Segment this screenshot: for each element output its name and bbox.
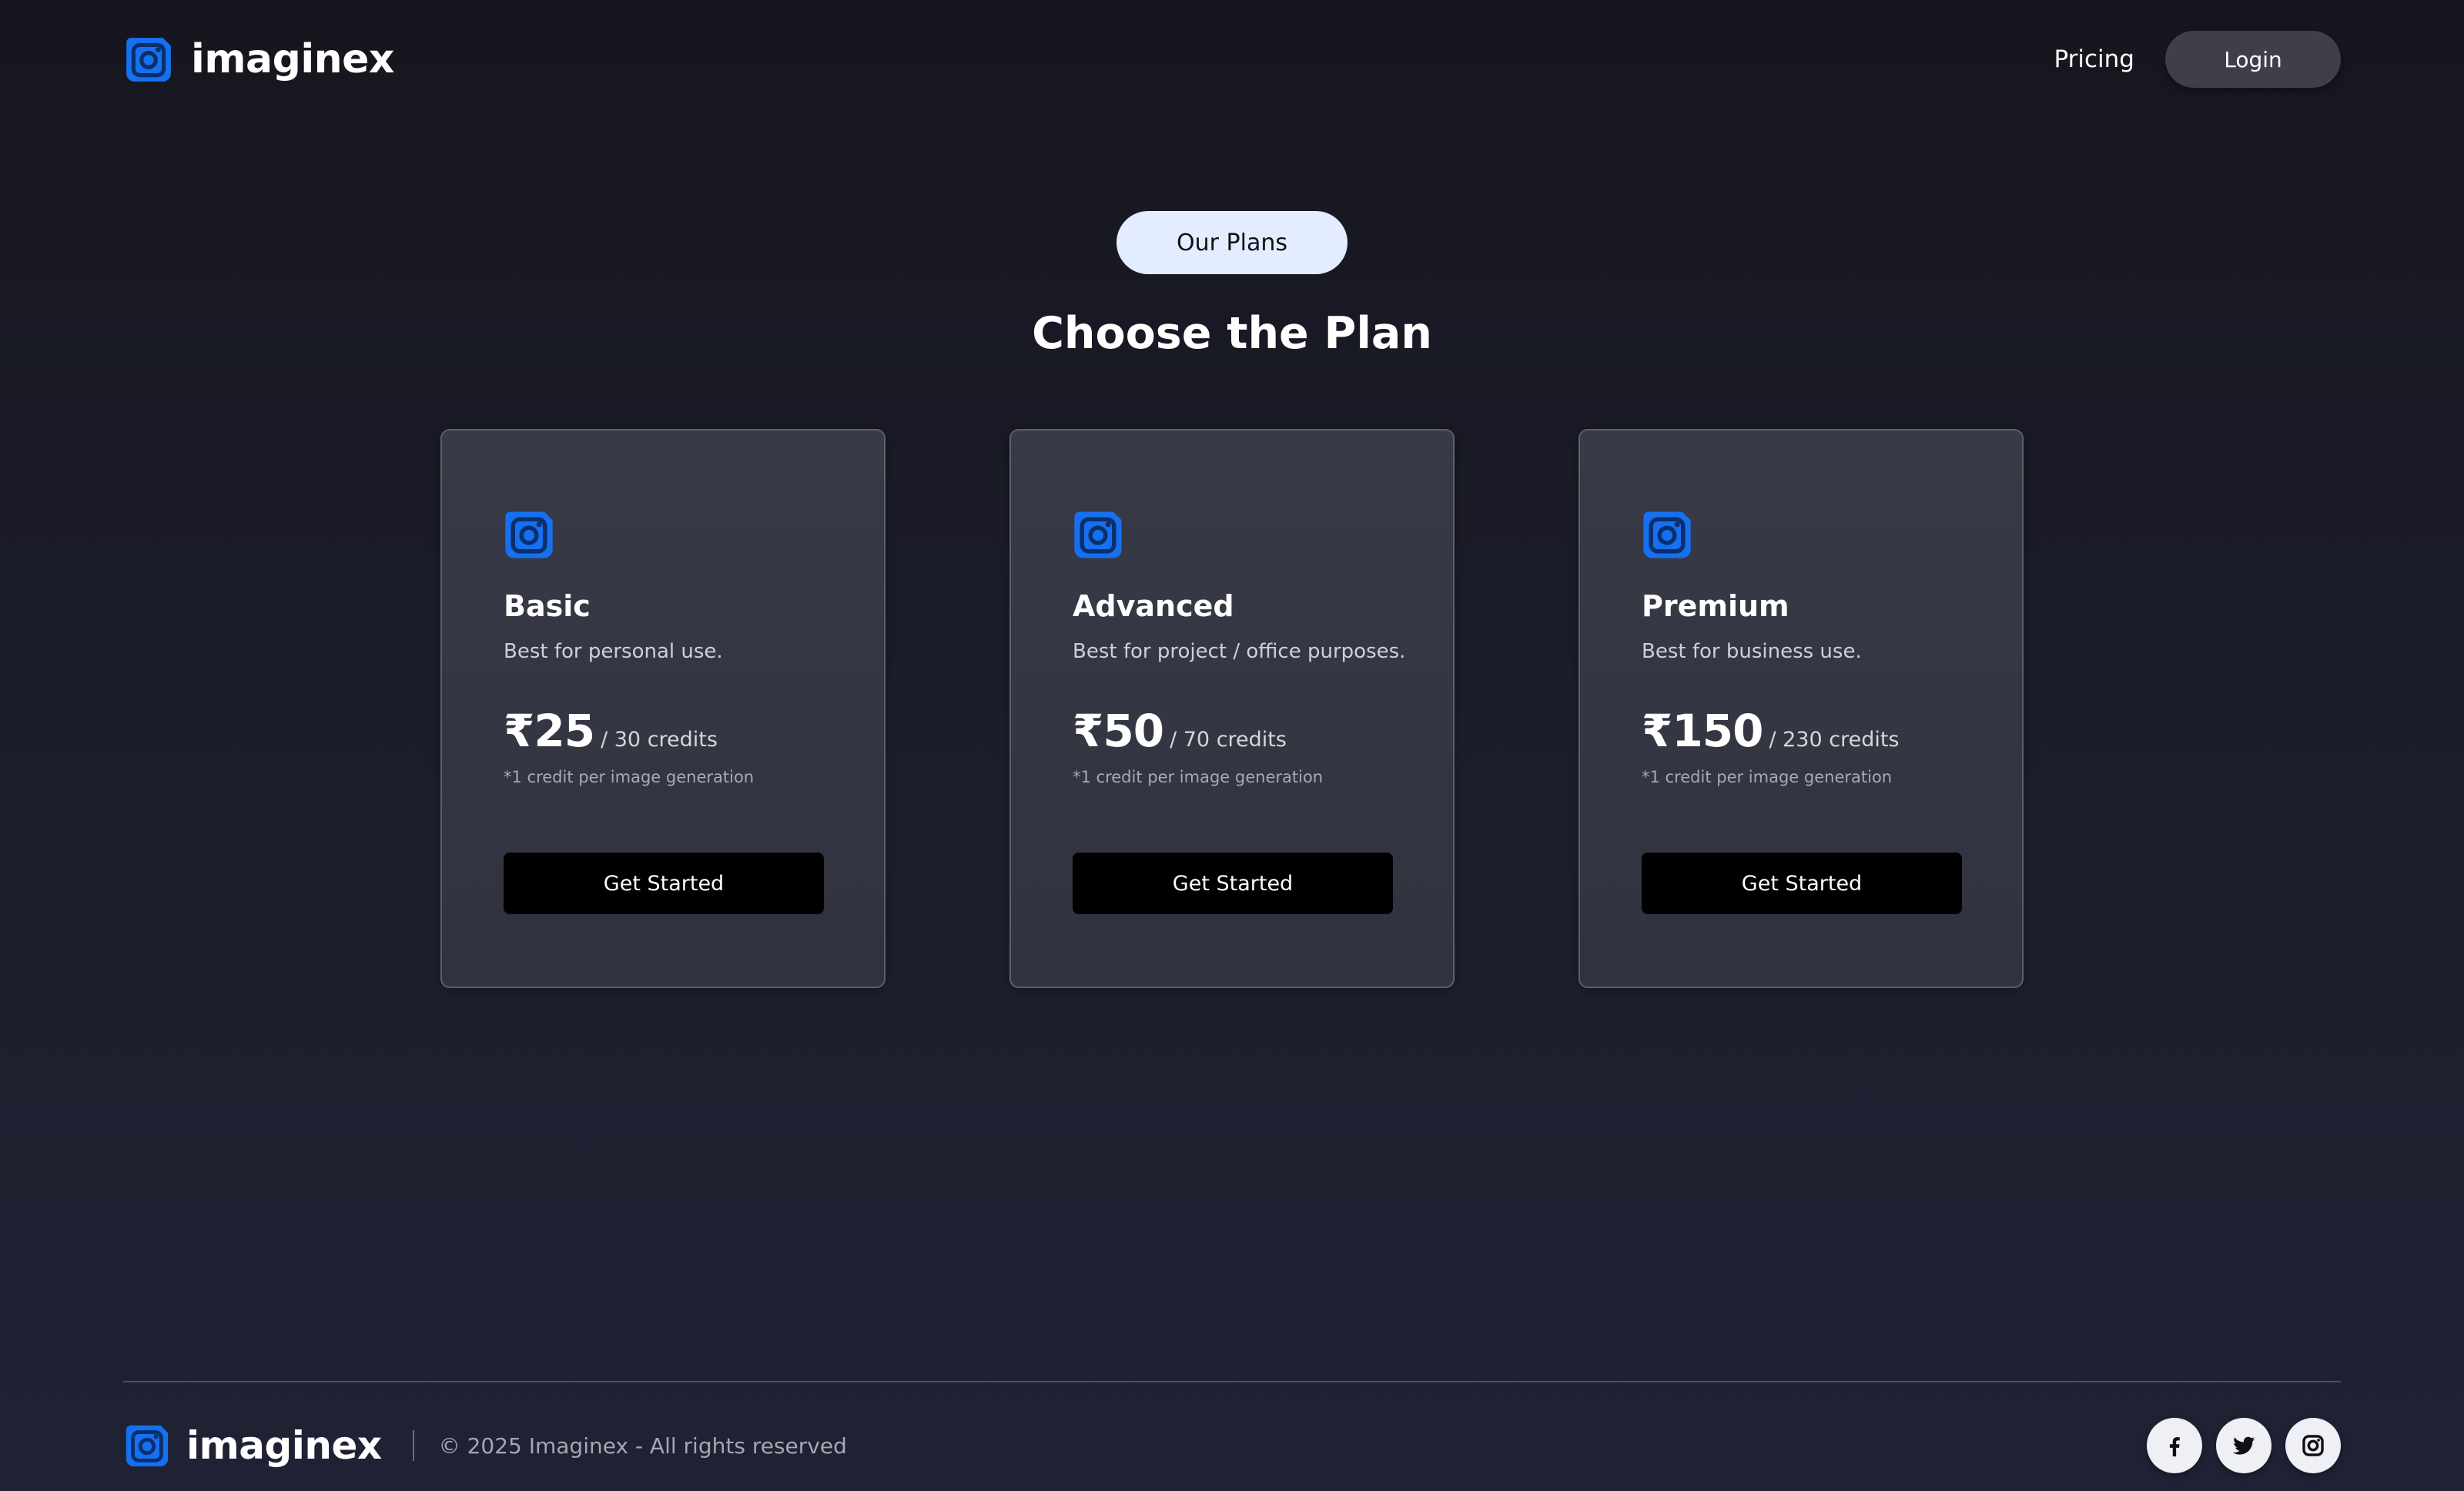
plan-credits: / 230 credits: [1769, 728, 1900, 752]
copyright-text: © 2025 Imaginex - All rights reserved: [438, 1432, 847, 1459]
plan-credits: / 30 credits: [601, 728, 718, 752]
plan-description: Best for business use.: [1642, 640, 1862, 663]
our-plans-badge: Our Plans: [1116, 211, 1348, 274]
camera-logo-icon: [502, 508, 556, 561]
footer: imaginex © 2025 Imaginex - All rights re…: [123, 1417, 2341, 1474]
nav-menu: Pricing Login: [2054, 31, 2341, 88]
plan-card-basic: Basic Best for personal use. ₹25 / 30 cr…: [440, 429, 886, 988]
plan-description: Best for project / office purposes.: [1073, 640, 1406, 663]
login-button[interactable]: Login: [2165, 31, 2341, 88]
plan-note: *1 credit per image generation: [1073, 768, 1324, 786]
twitter-link[interactable]: [2216, 1418, 2272, 1473]
plan-price: ₹50: [1073, 705, 1164, 757]
footer-divider: [123, 1381, 2341, 1382]
twitter-icon: [2232, 1436, 2255, 1455]
vertical-divider: [412, 1430, 414, 1461]
plan-price-row: ₹50 / 70 credits: [1073, 705, 1287, 757]
footer-brand: imaginex © 2025 Imaginex - All rights re…: [123, 1422, 847, 1469]
get-started-button[interactable]: Get Started: [1073, 853, 1393, 914]
plan-card-premium: Premium Best for business use. ₹150 / 23…: [1578, 429, 2024, 988]
get-started-button[interactable]: Get Started: [504, 853, 824, 914]
plan-price: ₹150: [1642, 705, 1763, 757]
camera-logo-icon: [123, 34, 174, 85]
footer-brand-name: imaginex: [186, 1423, 382, 1468]
page-title: Choose the Plan: [1032, 308, 1432, 359]
plan-price-row: ₹150 / 230 credits: [1642, 705, 1900, 757]
camera-logo-icon: [123, 1422, 171, 1469]
plan-credits: / 70 credits: [1170, 728, 1287, 752]
plan-name: Basic: [504, 589, 591, 623]
camera-logo-icon: [1640, 508, 1694, 561]
plan-price-row: ₹25 / 30 credits: [504, 705, 718, 757]
nav-pricing-link[interactable]: Pricing: [2054, 45, 2135, 73]
plan-note: *1 credit per image generation: [504, 768, 755, 786]
plan-note: *1 credit per image generation: [1642, 768, 1893, 786]
facebook-link[interactable]: [2147, 1418, 2202, 1473]
get-started-button[interactable]: Get Started: [1642, 853, 1962, 914]
camera-logo-icon: [1071, 508, 1125, 561]
instagram-icon: [2302, 1435, 2324, 1456]
plan-card-advanced: Advanced Best for project / office purpo…: [1009, 429, 1455, 988]
plan-name: Premium: [1642, 589, 1789, 623]
instagram-link[interactable]: [2285, 1418, 2341, 1473]
top-nav: imaginex Pricing Login: [123, 31, 2341, 88]
brand-logo[interactable]: imaginex: [123, 34, 394, 85]
plan-name: Advanced: [1073, 589, 1234, 623]
plan-price: ₹25: [504, 705, 595, 757]
brand-name: imaginex: [191, 36, 394, 82]
plan-description: Best for personal use.: [504, 640, 723, 663]
social-links: [2147, 1418, 2341, 1473]
facebook-icon: [2169, 1437, 2180, 1457]
